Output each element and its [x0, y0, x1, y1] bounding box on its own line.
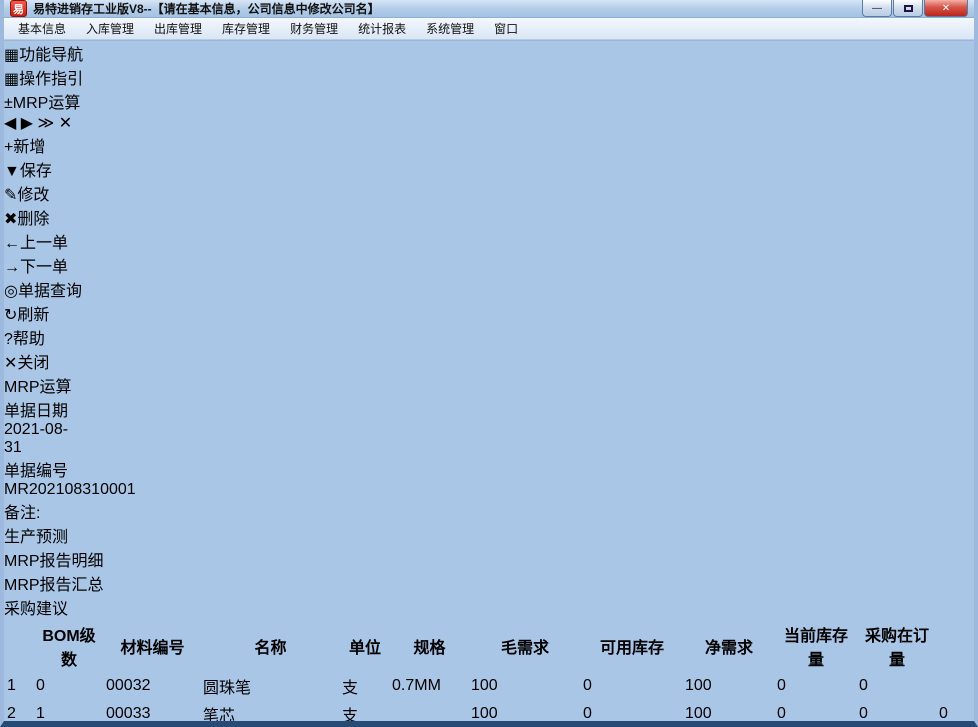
remark-row: 备注: [4, 499, 974, 523]
tab-production-forecast[interactable]: 生产预测 [4, 523, 974, 547]
close-x-icon: ✕ [4, 355, 17, 372]
record-toolbar: +新增 ▼保存 ✎修改 ✖删除 ←上一单 →下一单 ◎单据查询 ↻刷新 ?帮助 … [4, 133, 974, 373]
menu-basic-info[interactable]: 基本信息 [8, 18, 76, 39]
doc-date-label: 单据日期 [4, 397, 974, 421]
edit-pencil-icon: ✎ [4, 187, 17, 204]
tab-mrp-active[interactable]: ±MRP运算 [4, 89, 974, 113]
tab-scroll-right-icon[interactable]: ▶ [21, 115, 33, 132]
doc-number-input[interactable]: MR202108310001 [4, 481, 146, 499]
content-panel: +新增 ▼保存 ✎修改 ✖删除 ←上一单 →下一单 ◎单据查询 ↻刷新 ?帮助 … [4, 133, 974, 727]
page-title: MRP运算 [4, 373, 974, 397]
save-floppy-icon: ▼ [4, 163, 20, 180]
document-tab-strip: ▦功能导航 ▦操作指引 ±MRP运算 ◀ ▶ ≫ ✕ [4, 41, 974, 133]
tab-scroll-controls: ◀ ▶ ≫ ✕ [4, 113, 974, 133]
refresh-icon: ↻ [4, 307, 17, 324]
menu-stock[interactable]: 库存管理 [212, 18, 280, 39]
table-row-selected[interactable]: 2 1 00033 笔芯 支 100 0 100 0 0 0 [6, 701, 962, 727]
new-record-button[interactable]: +新增 [4, 133, 974, 157]
maximize-button[interactable] [893, 0, 923, 17]
arrow-right-icon: → [4, 259, 20, 276]
col-spec[interactable]: 规格 [391, 621, 468, 671]
col-unit[interactable]: 单位 [341, 621, 389, 671]
app-logo-icon: 易 [10, 0, 27, 17]
col-purchase-on-order[interactable]: 采购在订量 [858, 621, 936, 671]
col-current-stock[interactable]: 当前库存量 [776, 621, 856, 671]
window-title: 易特进销存工业版V8--【请在基本信息，公司信息中修改公司名】 [33, 0, 380, 17]
col-clipped[interactable] [938, 621, 962, 671]
title-bar: 易 易特进销存工业版V8--【请在基本信息，公司信息中修改公司名】 — ✕ [4, 0, 974, 18]
tab-list-icon[interactable]: ≫ [38, 115, 55, 132]
maximize-icon [904, 5, 913, 12]
tab-mrp-report-detail[interactable]: MRP报告明细 [4, 547, 974, 571]
query-records-button[interactable]: ◎单据查询 [4, 277, 974, 301]
refresh-button[interactable]: ↻刷新 [4, 301, 974, 325]
chart-icon: ▦ [4, 47, 19, 64]
tab-mrp-report-summary[interactable]: MRP报告汇总 [4, 571, 974, 595]
previous-record-button[interactable]: ←上一单 [4, 229, 974, 253]
col-available-stock[interactable]: 可用库存 [582, 621, 682, 671]
menu-inbound[interactable]: 入库管理 [76, 18, 144, 39]
close-button[interactable]: ✕ [924, 0, 968, 17]
col-gross-demand[interactable]: 毛需求 [470, 621, 580, 671]
report-tabs: 生产预测 MRP报告明细 MRP报告汇总 采购建议 [4, 523, 974, 619]
delete-x-icon: ✖ [4, 211, 17, 228]
remark-label: 备注: [4, 505, 40, 522]
save-button[interactable]: ▼保存 [4, 157, 974, 181]
tab-operation-guide[interactable]: ▦操作指引 [4, 65, 974, 89]
doc-date-field-group: 单据日期 2021-08-31 [4, 397, 974, 457]
col-name[interactable]: 名称 [202, 621, 339, 671]
window-controls: — ✕ [861, 0, 968, 17]
table-row[interactable]: 1 0 00032 圆珠笔 支 0.7MM 100 0 100 0 0 [6, 673, 962, 699]
minimize-button[interactable]: — [862, 0, 892, 17]
menu-outbound[interactable]: 出库管理 [144, 18, 212, 39]
doc-date-input[interactable]: 2021-08-31 [4, 421, 82, 457]
guide-chart-icon: ▦ [4, 71, 19, 88]
tab-purchase-suggestion[interactable]: 采购建议 [4, 595, 974, 619]
col-net-demand[interactable]: 净需求 [684, 621, 774, 671]
col-material-no[interactable]: 材料编号 [105, 621, 200, 671]
delete-button[interactable]: ✖删除 [4, 205, 974, 229]
app-window: 易 易特进销存工业版V8--【请在基本信息，公司信息中修改公司名】 — ✕ 基本… [0, 0, 978, 727]
doc-number-field-group: 单据编号 MR202108310001 [4, 457, 974, 499]
tab-scroll-left-icon[interactable]: ◀ [4, 115, 16, 132]
col-rownum[interactable] [6, 621, 33, 671]
tab-function-nav[interactable]: ▦功能导航 [4, 41, 974, 65]
add-icon: + [4, 139, 13, 156]
menu-bar: 基本信息 入库管理 出库管理 库存管理 财务管理 统计报表 系统管理 窗口 [4, 18, 974, 40]
edit-button[interactable]: ✎修改 [4, 181, 974, 205]
menu-system[interactable]: 系统管理 [416, 18, 484, 39]
next-record-button[interactable]: →下一单 [4, 253, 974, 277]
col-bom-level[interactable]: BOM级数 [35, 621, 103, 671]
report-panel: 生产预测 MRP报告明细 MRP报告汇总 采购建议 BOM [4, 523, 974, 727]
search-database-icon: ◎ [4, 283, 18, 300]
tab-close-icon[interactable]: ✕ [59, 115, 72, 132]
table-header-row: BOM级数 材料编号 名称 单位 规格 毛需求 可用库存 净需求 当前库存量 采… [6, 621, 962, 671]
mrp-plusminus-icon: ± [4, 95, 13, 112]
form-fields: 单据日期 2021-08-31 单据编号 MR202108310001 [4, 397, 974, 499]
menu-reports[interactable]: 统计报表 [348, 18, 416, 39]
menu-finance[interactable]: 财务管理 [280, 18, 348, 39]
menu-window[interactable]: 窗口 [484, 18, 528, 39]
help-button[interactable]: ?帮助 [4, 325, 974, 349]
close-document-button[interactable]: ✕关闭 [4, 349, 974, 373]
help-icon: ? [4, 331, 13, 348]
form-header: MRP运算 单据日期 2021-08-31 单据编号 MR20210831000… [4, 373, 974, 499]
doc-number-label: 单据编号 [4, 457, 974, 481]
arrow-left-icon: ← [4, 235, 20, 252]
mrp-detail-grid: BOM级数 材料编号 名称 单位 规格 毛需求 可用库存 净需求 当前库存量 采… [4, 619, 974, 727]
mrp-detail-table: BOM级数 材料编号 名称 单位 规格 毛需求 可用库存 净需求 当前库存量 采… [4, 619, 964, 727]
